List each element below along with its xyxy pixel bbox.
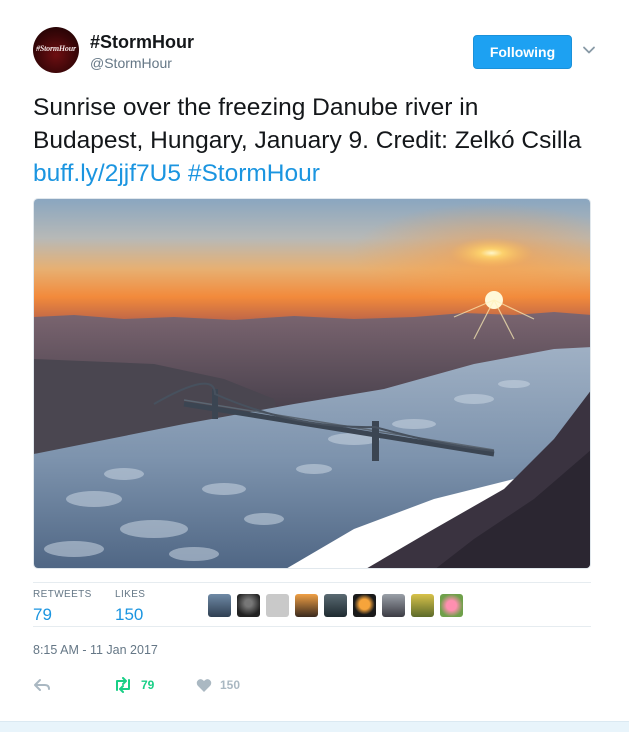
retweets-stat[interactable]: RETWEETS 79 <box>33 589 92 625</box>
liker-avatar[interactable] <box>295 594 318 617</box>
retweets-label: RETWEETS <box>33 589 92 600</box>
like-count: 150 <box>220 678 241 692</box>
tweet-photo[interactable] <box>33 198 591 569</box>
avatar[interactable]: #StormHour <box>33 27 79 73</box>
reply-icon <box>34 679 50 691</box>
following-button[interactable]: Following <box>473 35 572 69</box>
liker-avatar[interactable] <box>324 594 347 617</box>
tweet-link[interactable]: buff.ly/2jjf7U5 <box>33 160 181 187</box>
retweet-icon <box>116 677 130 693</box>
likes-count: 150 <box>115 605 144 624</box>
tweet-header: #StormHour #StormHour @StormHour Followi… <box>33 27 603 83</box>
tweet-text: Sunrise over the freezing Danube river i… <box>33 91 593 190</box>
liker-avatar[interactable] <box>353 594 376 617</box>
likes-stat[interactable]: LIKES 150 <box>115 589 145 625</box>
liker-avatar[interactable] <box>237 594 260 617</box>
likes-label: LIKES <box>115 589 146 600</box>
display-name[interactable]: #StormHour <box>90 32 194 53</box>
liker-avatar[interactable] <box>208 594 231 617</box>
like-button[interactable]: 150 <box>196 672 240 698</box>
retweets-count: 79 <box>33 605 52 624</box>
chevron-down-icon[interactable] <box>582 43 596 57</box>
heart-icon <box>196 678 212 692</box>
tweet-timestamp[interactable]: 8:15 AM - 11 Jan 2017 <box>33 643 158 657</box>
liker-avatar[interactable] <box>411 594 434 617</box>
reply-button[interactable] <box>33 672 51 698</box>
retweet-count: 79 <box>141 678 155 692</box>
sunrise-river-photo <box>34 199 590 568</box>
bottom-divider <box>0 721 629 732</box>
liker-avatar[interactable] <box>266 594 289 617</box>
retweet-button[interactable]: 79 <box>113 672 154 698</box>
tweet-hashtag[interactable]: #StormHour <box>188 160 320 187</box>
liker-avatar[interactable] <box>382 594 405 617</box>
tweet-body: Sunrise over the freezing Danube river i… <box>33 94 582 154</box>
tweet-stats: RETWEETS 79 LIKES 150 <box>33 582 591 627</box>
user-handle[interactable]: @StormHour <box>90 55 172 71</box>
avatar-logo-text: #StormHour <box>36 44 76 53</box>
tweet-actions: 79 150 <box>33 672 591 698</box>
liker-avatar[interactable] <box>440 594 463 617</box>
